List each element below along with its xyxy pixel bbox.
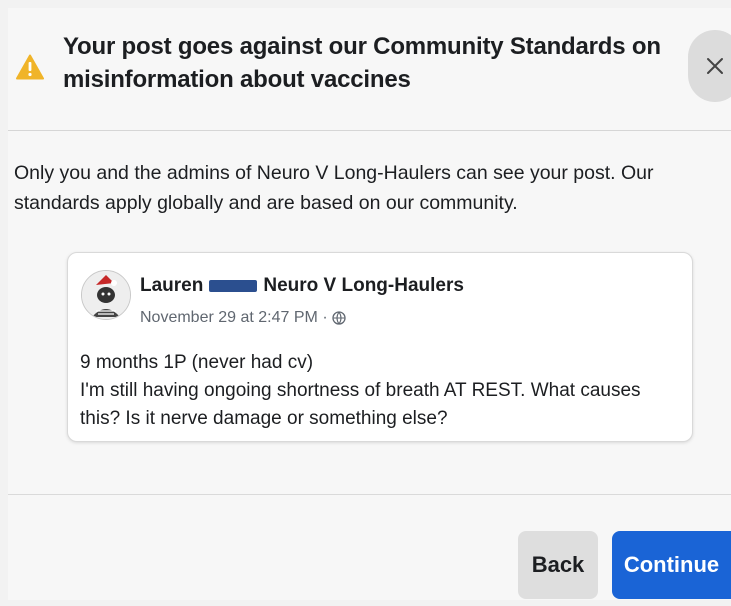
post-timestamp: November 29 at 2:47 PM · (140, 309, 346, 327)
continue-button[interactable]: Continue (612, 531, 731, 599)
avatar (81, 270, 131, 320)
post-author-line: Lauren Neuro V Long-Haulers (140, 275, 464, 297)
post-line-2: I'm still having ongoing shortness of br… (80, 380, 641, 429)
post-body: 9 months 1P (never had cv) I'm still hav… (80, 349, 680, 433)
author-name[interactable]: Lauren (140, 275, 203, 296)
globe-icon (331, 311, 346, 325)
warning-triangle-icon (16, 54, 44, 80)
close-icon (707, 58, 723, 74)
dialog-header: Your post goes against our Community Sta… (8, 8, 731, 131)
close-button[interactable] (688, 30, 731, 102)
dialog-body-text: Only you and the admins of Neuro V Long-… (14, 162, 654, 214)
back-button[interactable]: Back (518, 531, 598, 599)
dialog-footer: Back Continue (8, 494, 731, 601)
timestamp-text[interactable]: November 29 at 2:47 PM · (140, 309, 328, 327)
post-preview-card: Lauren Neuro V Long-Haulers November 29 a… (67, 252, 693, 442)
redaction-mark (209, 279, 258, 292)
dialog-title: Your post goes against our Community Sta… (63, 33, 661, 93)
group-name[interactable]: Neuro V Long-Haulers (263, 275, 464, 296)
community-standards-dialog: Your post goes against our Community Sta… (8, 8, 731, 600)
post-line-1: 9 months 1P (never had cv) (80, 352, 314, 373)
